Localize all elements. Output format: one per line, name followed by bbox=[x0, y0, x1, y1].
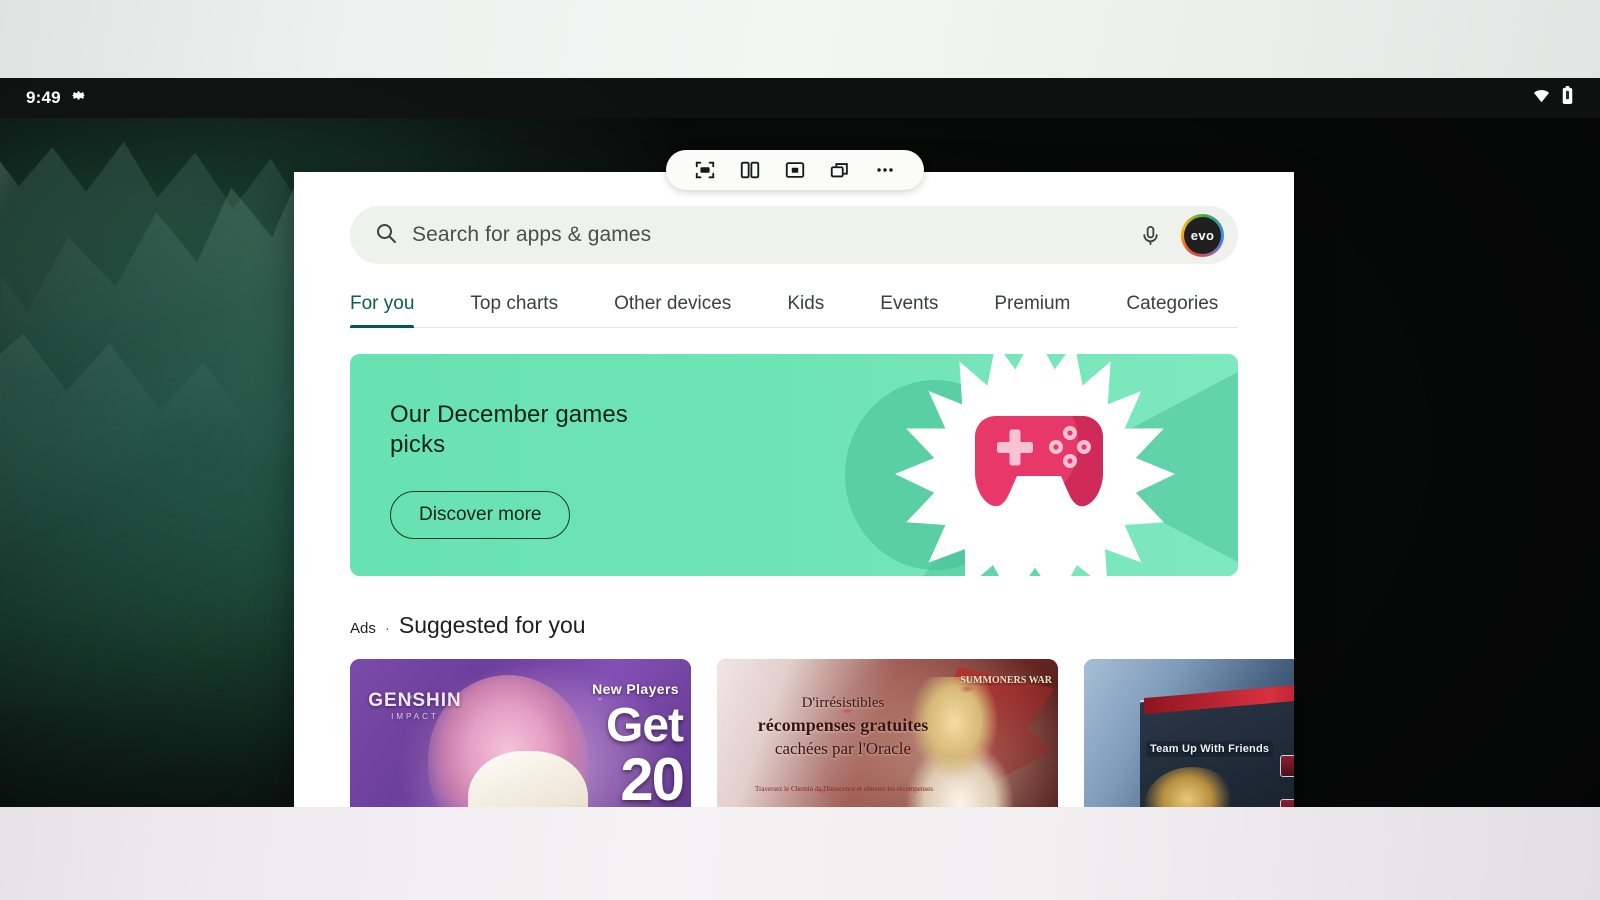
battery-icon bbox=[1561, 86, 1574, 110]
list-item[interactable]: GENSHIN IMPACT New Players Get 20 bbox=[350, 659, 691, 807]
genshin-logo: GENSHIN IMPACT bbox=[350, 685, 490, 725]
suggested-title: Suggested for you bbox=[398, 612, 586, 638]
avatar-initials: evo bbox=[1184, 216, 1221, 254]
fullscreen-icon[interactable] bbox=[688, 153, 722, 187]
tab-events[interactable]: Events bbox=[880, 293, 938, 327]
card-offer-line1: Get bbox=[605, 699, 684, 752]
separator-dot: · bbox=[384, 620, 390, 637]
promo-banner[interactable]: Our December games picks Discover more bbox=[350, 354, 1238, 576]
card-ad-copy: D'irrésistibles récompenses gratuites ca… bbox=[743, 693, 943, 760]
status-bar: 9:49 bbox=[0, 78, 1600, 118]
card-headline: New Players bbox=[592, 681, 679, 697]
restore-window-icon[interactable] bbox=[823, 153, 857, 187]
genshin-logo-subtitle: IMPACT bbox=[391, 711, 439, 721]
discover-more-button[interactable]: Discover more bbox=[390, 490, 571, 539]
suggested-section-header: Ads · Suggested for you bbox=[350, 612, 1238, 639]
tab-categories[interactable]: Categories bbox=[1126, 293, 1218, 327]
tab-premium[interactable]: Premium bbox=[994, 293, 1070, 327]
card-copy-line2: récompenses gratuites bbox=[757, 715, 929, 736]
status-bar-right bbox=[1532, 86, 1574, 110]
status-bar-left: 9:49 bbox=[26, 87, 87, 109]
ads-label: Ads bbox=[350, 620, 376, 637]
device-bezel-top bbox=[0, 0, 1600, 78]
card-slot-2 bbox=[1280, 799, 1294, 807]
picture-in-picture-icon[interactable] bbox=[778, 153, 812, 187]
desktop-wallpaper: 9:49 Search for apps & games evo For you… bbox=[0, 78, 1600, 807]
genshin-logo-title: GENSHIN bbox=[368, 689, 462, 711]
navigation-tabs: For you Top charts Other devices Kids Ev… bbox=[350, 282, 1238, 328]
game-controller-icon bbox=[960, 402, 1120, 522]
search-input[interactable]: Search for apps & games bbox=[412, 223, 1119, 247]
more-options-icon[interactable] bbox=[868, 153, 902, 187]
status-bar-clock: 9:49 bbox=[26, 88, 61, 107]
tab-other-devices[interactable]: Other devices bbox=[614, 293, 731, 327]
settings-gear-icon[interactable] bbox=[70, 87, 87, 109]
split-screen-icon[interactable] bbox=[733, 153, 767, 187]
list-item[interactable]: D'irrésistibles récompenses gratuites ca… bbox=[717, 659, 1058, 807]
card-copy-line3: cachées par l'Oracle bbox=[774, 738, 912, 758]
suggested-cards-row: GENSHIN IMPACT New Players Get 20 D'irré… bbox=[350, 659, 1294, 807]
play-store-window: Search for apps & games evo For you Top … bbox=[294, 172, 1294, 807]
window-control-bar[interactable] bbox=[666, 150, 924, 190]
card-brand-logo: SUMMONERS WAR bbox=[960, 675, 1052, 686]
card-headline: Team Up With Friends bbox=[1146, 741, 1274, 757]
list-item[interactable]: Team Up With Friends bbox=[1084, 659, 1294, 807]
microphone-icon[interactable] bbox=[1133, 218, 1167, 252]
tab-for-you[interactable]: For you bbox=[350, 293, 415, 328]
card-slot-1 bbox=[1280, 755, 1294, 777]
avatar[interactable]: evo bbox=[1181, 213, 1224, 257]
card-copy-line1: D'irrésistibles bbox=[801, 695, 885, 711]
card-subtitle: Traversez le Chemin de l'Innocence et ob… bbox=[755, 785, 933, 793]
tab-kids[interactable]: Kids bbox=[787, 293, 824, 327]
promo-banner-title: Our December games picks bbox=[390, 401, 628, 459]
tab-top-charts[interactable]: Top charts bbox=[470, 293, 558, 327]
promo-banner-text: Our December games picks Discover more bbox=[390, 400, 660, 539]
card-offer-line2: 20 bbox=[620, 746, 685, 808]
search-icon bbox=[374, 221, 398, 250]
wifi-icon bbox=[1532, 86, 1551, 110]
device-bezel-bottom bbox=[0, 807, 1600, 900]
search-bar[interactable]: Search for apps & games evo bbox=[350, 206, 1238, 264]
play-store-content: Search for apps & games evo For you Top … bbox=[294, 172, 1294, 807]
